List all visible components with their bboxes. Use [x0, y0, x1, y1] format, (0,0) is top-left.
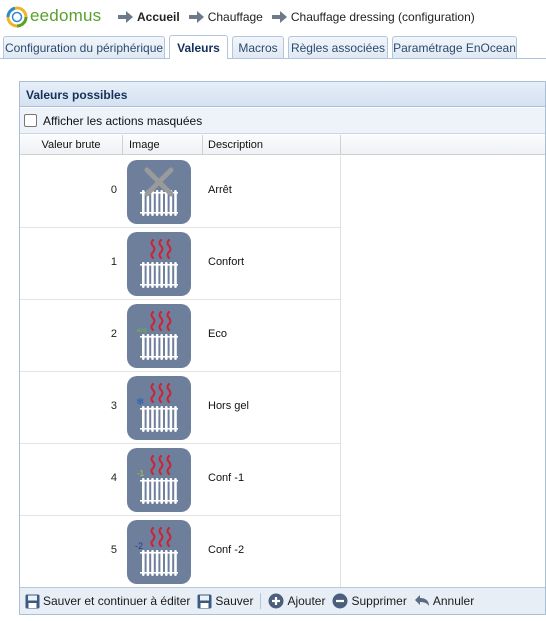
table-row[interactable]: 3 ❄ Hors gel	[20, 372, 340, 444]
description-cell: Confort	[208, 256, 245, 268]
breadcrumb: Accueil Chauffage Chauffage dressing (co…	[118, 10, 484, 24]
floppy-disk-icon	[197, 594, 212, 608]
delete-label: Supprimer	[351, 594, 407, 608]
cancel-button[interactable]: Annuler	[414, 594, 474, 608]
cancel-label: Annuler	[432, 594, 475, 608]
table-row[interactable]: 5 -2 Conf -2	[20, 516, 340, 588]
svg-text:❄: ❄	[136, 397, 144, 408]
description-cell: Arrêt	[208, 184, 232, 196]
save-button[interactable]: Sauver	[197, 594, 253, 609]
arrow-right-icon	[118, 11, 133, 23]
floppy-disk-icon	[25, 594, 40, 608]
table-row[interactable]: 0 Arrêt	[20, 156, 340, 228]
grid-header: Valeur brute Image Description	[20, 135, 545, 155]
breadcrumb-chauffage[interactable]: Chauffage	[208, 10, 263, 24]
table-row[interactable]: 2 eco Eco	[20, 300, 340, 372]
save-continue-label: Sauver et continuer à éditer	[43, 594, 191, 608]
description-cell: Eco	[208, 328, 227, 340]
tab-configuration[interactable]: Configuration du périphérique	[3, 36, 165, 58]
undo-icon	[414, 595, 429, 606]
radiator-eco-icon[interactable]: eco	[127, 304, 191, 368]
plus-circle-icon	[268, 593, 284, 609]
bottom-toolbar: Sauver et continuer à éditer Sauver Ajou…	[20, 587, 545, 614]
radiator-off-icon[interactable]	[127, 160, 191, 224]
tab-macros[interactable]: Macros	[232, 36, 284, 58]
svg-text:eco: eco	[137, 328, 147, 334]
show-hidden-label[interactable]: Afficher les actions masquées	[43, 114, 202, 128]
raw-value-cell: 2	[110, 328, 117, 340]
description-cell: Conf -1	[208, 472, 245, 484]
radiator-conf-1-icon[interactable]: -1	[127, 448, 191, 512]
radiator-confort-icon[interactable]	[127, 232, 191, 296]
delete-button[interactable]: Supprimer	[332, 593, 407, 609]
breadcrumb-home[interactable]: Accueil	[137, 10, 180, 24]
show-hidden-checkbox[interactable]	[24, 114, 37, 127]
header: eedomus Accueil Chauffage Chauffage dres…	[0, 0, 546, 34]
add-label: Ajouter	[287, 594, 326, 608]
logo-text[interactable]: eedomus	[30, 6, 101, 26]
tab-enocean[interactable]: Paramétrage EnOcean	[392, 36, 517, 58]
column-header-valeur[interactable]: Valeur brute	[20, 135, 123, 155]
description-cell: Conf -2	[208, 544, 245, 556]
values-grid: 0 Arrêt 1 Confort 2 eco Eco 3 ❄ Hors gel 4 -1 Conf -…	[20, 156, 341, 588]
table-row[interactable]: 4 -1 Conf -1	[20, 444, 340, 516]
raw-value-cell: 3	[110, 400, 117, 412]
svg-text:-1: -1	[137, 469, 145, 478]
raw-value-cell: 5	[110, 544, 117, 556]
tab-valeurs[interactable]: Valeurs	[169, 35, 228, 59]
table-row[interactable]: 1 Confort	[20, 228, 340, 300]
tab-regles[interactable]: Règles associées	[288, 36, 388, 58]
arrow-right-icon	[271, 11, 287, 23]
panel-title: Valeurs possibles	[20, 82, 545, 107]
breadcrumb-current: Chauffage dressing (configuration)	[290, 10, 475, 24]
save-continue-button[interactable]: Sauver et continuer à éditer	[25, 594, 190, 609]
description-cell: Hors gel	[208, 400, 249, 412]
save-label: Sauver	[215, 594, 254, 608]
raw-value-cell: 4	[110, 472, 117, 484]
add-button[interactable]: Ajouter	[268, 593, 325, 609]
tab-bar: Configuration du périphérique Valeurs Ma…	[0, 34, 546, 59]
radiator-frost-icon[interactable]: ❄	[127, 376, 191, 440]
toolbar-separator	[260, 593, 262, 609]
values-panel: Valeurs possibles Afficher les actions m…	[19, 81, 546, 615]
eedomus-logo-icon[interactable]	[6, 6, 28, 28]
svg-text:-2: -2	[135, 541, 143, 551]
raw-value-cell: 1	[110, 256, 117, 268]
column-header-image[interactable]: Image	[123, 135, 203, 155]
radiator-conf-2-icon[interactable]: -2	[127, 520, 191, 584]
raw-value-cell: 0	[110, 184, 117, 196]
arrow-right-icon	[188, 11, 204, 23]
minus-circle-icon	[332, 593, 348, 609]
column-header-description[interactable]: Description	[203, 135, 341, 155]
options-bar: Afficher les actions masquées	[20, 108, 545, 134]
